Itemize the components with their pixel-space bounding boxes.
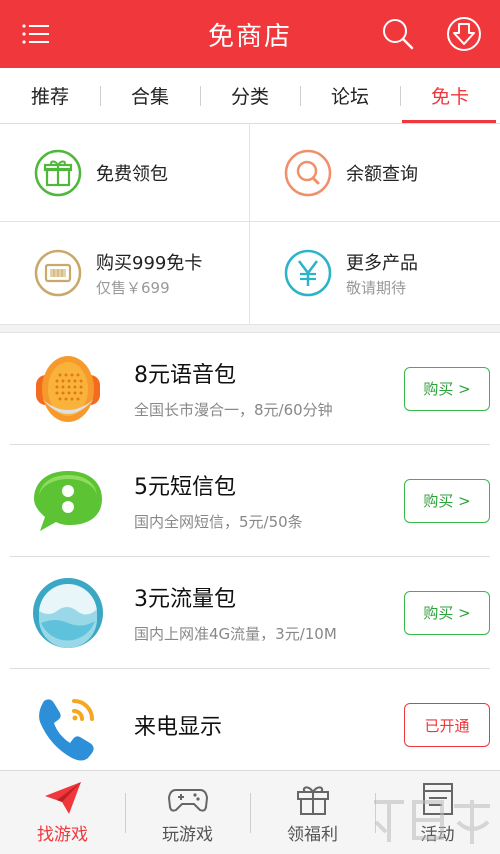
more-products-label: 更多产品 <box>346 252 418 274</box>
package-name: 来电显示 <box>134 715 223 740</box>
balance-query-label: 余额查询 <box>346 163 418 185</box>
nav-label: 玩游戏 <box>162 825 213 845</box>
package-desc: 国内全网短信，5元/50条 <box>134 513 303 531</box>
data-wave-icon <box>33 577 103 648</box>
phone-call-icon <box>39 699 94 761</box>
sms-bubble-icon <box>34 470 102 531</box>
download-icon <box>447 17 481 51</box>
tab-collection[interactable]: 合集 <box>100 68 200 123</box>
gift-icon <box>34 149 82 196</box>
buy-voice-button[interactable]: 购买 > <box>404 366 490 411</box>
app-root: 免商店 推荐 合集 分类 论坛 免卡 免费领包 余额查询 购买999免卡 仅售￥… <box>0 0 500 854</box>
nav-label: 领福利 <box>287 825 338 845</box>
more-products-item[interactable]: 更多产品 敬请期待 <box>250 222 500 325</box>
nav-play-games[interactable]: 玩游戏 <box>125 771 250 854</box>
buy-sms-button[interactable]: 购买 > <box>404 478 490 523</box>
tab-free-card[interactable]: 免卡 <box>400 68 500 123</box>
gift-icon <box>296 786 329 815</box>
package-name: 5元短信包 <box>134 475 236 500</box>
buy-data-button[interactable]: 购买 > <box>404 590 490 635</box>
microphone-icon <box>36 355 100 422</box>
list-item: 来电显示 已开通 <box>10 669 490 781</box>
section-divider <box>0 325 500 333</box>
buy-card-price: 仅售￥699 <box>96 278 170 297</box>
nav-rewards[interactable]: 领福利 <box>250 771 375 854</box>
package-list: 8元语音包 全国长市漫合一，8元/60分钟 购买 > 5元短信包 国内全网短信，… <box>0 333 500 781</box>
list-item: 5元短信包 国内全网短信，5元/50条 购买 > <box>10 445 490 557</box>
download-button[interactable] <box>434 0 494 68</box>
activated-button[interactable]: 已开通 <box>404 703 490 747</box>
yen-icon <box>284 249 332 297</box>
quick-actions-grid: 免费领包 余额查询 购买999免卡 仅售￥699 更多产品 敬请期待 <box>0 124 500 325</box>
buy-card-item[interactable]: 购买999免卡 仅售￥699 <box>0 222 250 325</box>
search-icon <box>383 19 414 50</box>
sim-card-icon <box>34 249 82 297</box>
menu-icon <box>22 24 49 44</box>
search-icon <box>284 149 332 196</box>
search-button[interactable] <box>368 0 428 68</box>
gamepad-icon <box>167 789 208 812</box>
tab-recommend[interactable]: 推荐 <box>0 68 100 123</box>
tab-forum[interactable]: 论坛 <box>300 68 400 123</box>
free-package-item[interactable]: 免费领包 <box>0 124 250 222</box>
page-title: 免商店 <box>207 21 292 52</box>
package-name: 8元语音包 <box>134 363 236 388</box>
balance-query-item[interactable]: 余额查询 <box>250 124 500 222</box>
category-tabs: 推荐 合集 分类 论坛 免卡 <box>0 68 500 124</box>
package-desc: 国内上网准4G流量，3元/10M <box>134 625 337 643</box>
package-name: 3元流量包 <box>134 587 236 612</box>
nav-label: 找游戏 <box>37 825 88 845</box>
buy-card-label: 购买999免卡 <box>96 252 203 274</box>
free-package-label: 免费领包 <box>96 163 168 185</box>
paper-plane-icon <box>44 782 81 814</box>
package-desc: 全国长市漫合一，8元/60分钟 <box>134 401 333 419</box>
watermark-logo <box>374 800 490 844</box>
list-item: 8元语音包 全国长市漫合一，8元/60分钟 购买 > <box>10 333 490 445</box>
more-products-sub: 敬请期待 <box>346 278 407 297</box>
top-bar: 免商店 <box>0 0 500 68</box>
list-item: 3元流量包 国内上网准4G流量，3元/10M 购买 > <box>10 557 490 669</box>
nav-find-games[interactable]: 找游戏 <box>0 771 125 854</box>
tab-category[interactable]: 分类 <box>200 68 300 123</box>
menu-button[interactable] <box>6 0 66 68</box>
